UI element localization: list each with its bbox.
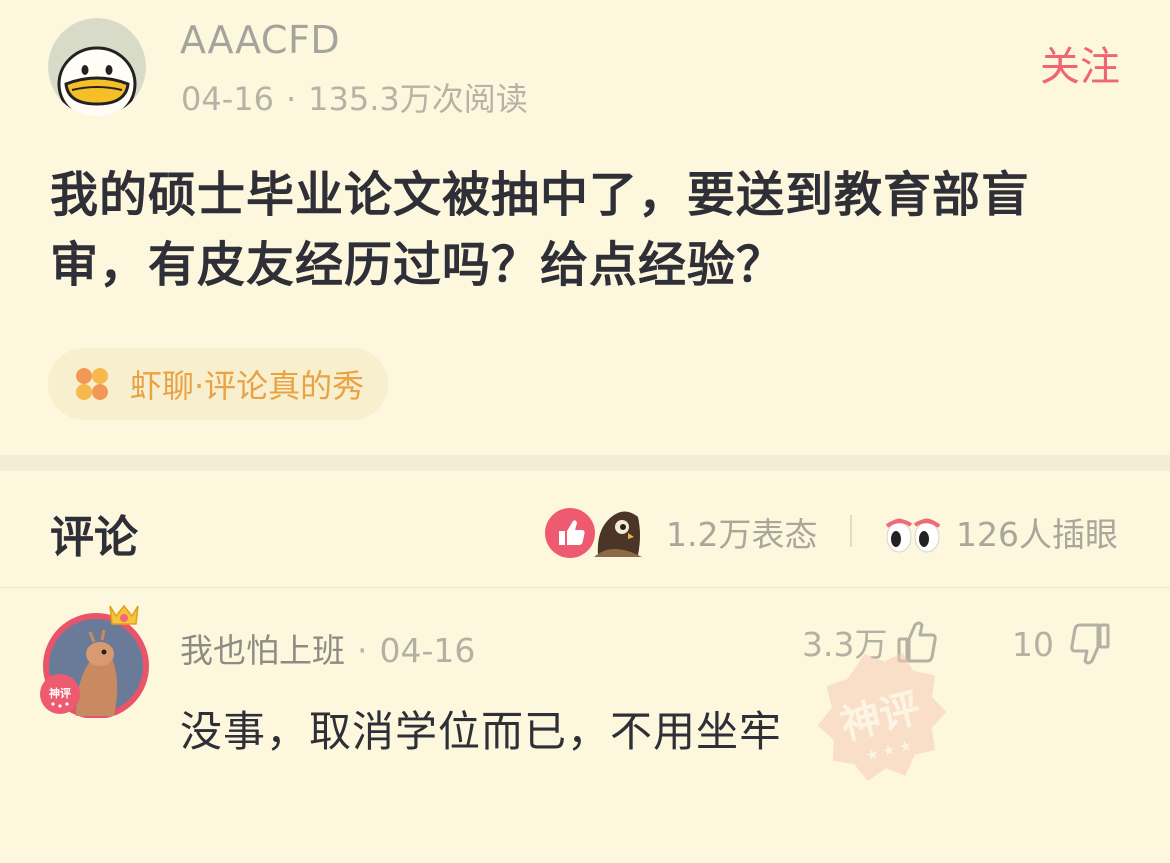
post-title: 我的硕士毕业论文被抽中了，要送到教育部盲审，有皮友经历过吗？给点经验？ [50, 167, 1031, 293]
post-date: 04-16 [181, 80, 274, 118]
clover-icon [76, 368, 108, 400]
owl-icon [594, 511, 642, 557]
post-author-name[interactable]: AAACFD [180, 18, 340, 62]
comment-dislike-button[interactable]: 10 [1012, 616, 1112, 672]
comments-header: 评论 1.2万表态 126人插眼 [0, 471, 1170, 588]
comments-title: 评论 [50, 512, 138, 563]
thumbs-down-outline-icon [1070, 623, 1110, 665]
reactions-count: 1.2万表态 [666, 515, 818, 554]
header-divider [850, 515, 852, 547]
eyes-icon [885, 518, 941, 553]
comment-text: 没事，取消学位而已，不用坐牢 [180, 707, 783, 756]
section-divider [0, 455, 1170, 471]
comment-item: 神评 我也怕上班 · 04-16 3.3万 10 神评 ★ ★ ★ 没事，取消学位而… [0, 588, 1170, 863]
meta-separator: · [285, 80, 297, 118]
comment-avatar[interactable]: 神评 [36, 598, 156, 718]
comment-author-name[interactable]: 我也怕上班 [180, 631, 345, 670]
post-meta: 04-16 · 135.3万次阅读 [181, 74, 528, 120]
god-comment-stamp-icon: 神评 ★ ★ ★ [817, 652, 947, 782]
post-read-count: 135.3万次阅读 [308, 80, 528, 118]
topic-tag-label: 虾聊·评论真的秀 [130, 367, 365, 405]
duck-face-icon [48, 18, 146, 116]
follow-button[interactable]: 关注 [1040, 34, 1120, 92]
comment-date: 04-16 [379, 631, 476, 670]
comment-dislike-count: 10 [1012, 624, 1054, 664]
reactions-summary[interactable]: 1.2万表态 [544, 503, 817, 561]
thumbs-up-icon [545, 508, 595, 558]
avatar-badge: 神评 [40, 674, 80, 714]
post-header: AAACFD 04-16 · 135.3万次阅读 关注 [0, 0, 1170, 140]
author-avatar[interactable] [48, 18, 146, 116]
reaction-icons [544, 503, 644, 561]
avatar-badge-text: 神评 [49, 686, 71, 700]
comment-meta-separator: · [357, 631, 368, 670]
watchers-summary[interactable]: 126人插眼 [884, 503, 1118, 561]
comment-author-line: 我也怕上班 · 04-16 [180, 624, 475, 672]
watchers-count: 126人插眼 [956, 515, 1118, 554]
topic-tag[interactable]: 虾聊·评论真的秀 [48, 348, 389, 420]
